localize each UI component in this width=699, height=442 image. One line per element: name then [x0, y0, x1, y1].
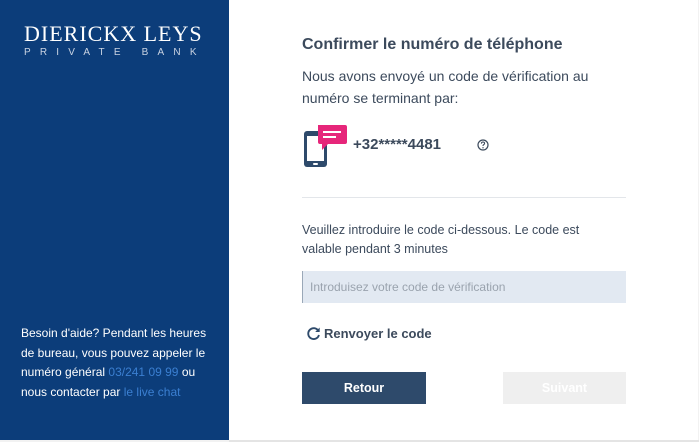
refresh-icon: [307, 326, 320, 340]
bank-logo[interactable]: DIERICKX LEYS PRIVATE BANK: [24, 22, 208, 59]
sidebar: DIERICKX LEYS PRIVATE BANK Besoin d'aide…: [0, 0, 229, 440]
help-text: Besoin d'aide? Pendant les heures de bur…: [21, 324, 216, 402]
code-instruction: Veuillez introduire le code ci-dessous. …: [302, 223, 580, 256]
masked-phone-number: +32*****4481: [353, 136, 442, 153]
phone-number-row: +32*****4481: [302, 122, 502, 170]
next-button[interactable]: Suivant: [503, 372, 626, 404]
resend-code-label: Renvoyer le code: [324, 325, 432, 341]
divider: [302, 197, 626, 198]
live-chat-link[interactable]: le live chat: [124, 385, 181, 399]
resend-code-link[interactable]: Renvoyer le code: [306, 323, 432, 343]
phone-message-icon: [304, 125, 347, 167]
page-title: Confirmer le numéro de téléphone: [302, 36, 563, 53]
page-subtitle: Nous avons envoyé un code de vérificatio…: [302, 68, 589, 106]
logo-name: DIERICKX LEYS: [24, 21, 203, 46]
main-panel: Confirmer le numéro de téléphone Nous av…: [229, 0, 698, 440]
verification-code-input[interactable]: [302, 271, 626, 303]
question-circle-icon[interactable]: [477, 139, 489, 151]
phone-link[interactable]: 03/241 09 99: [108, 365, 178, 379]
logo-tagline: PRIVATE BANK: [24, 47, 206, 58]
back-button[interactable]: Retour: [302, 372, 426, 404]
